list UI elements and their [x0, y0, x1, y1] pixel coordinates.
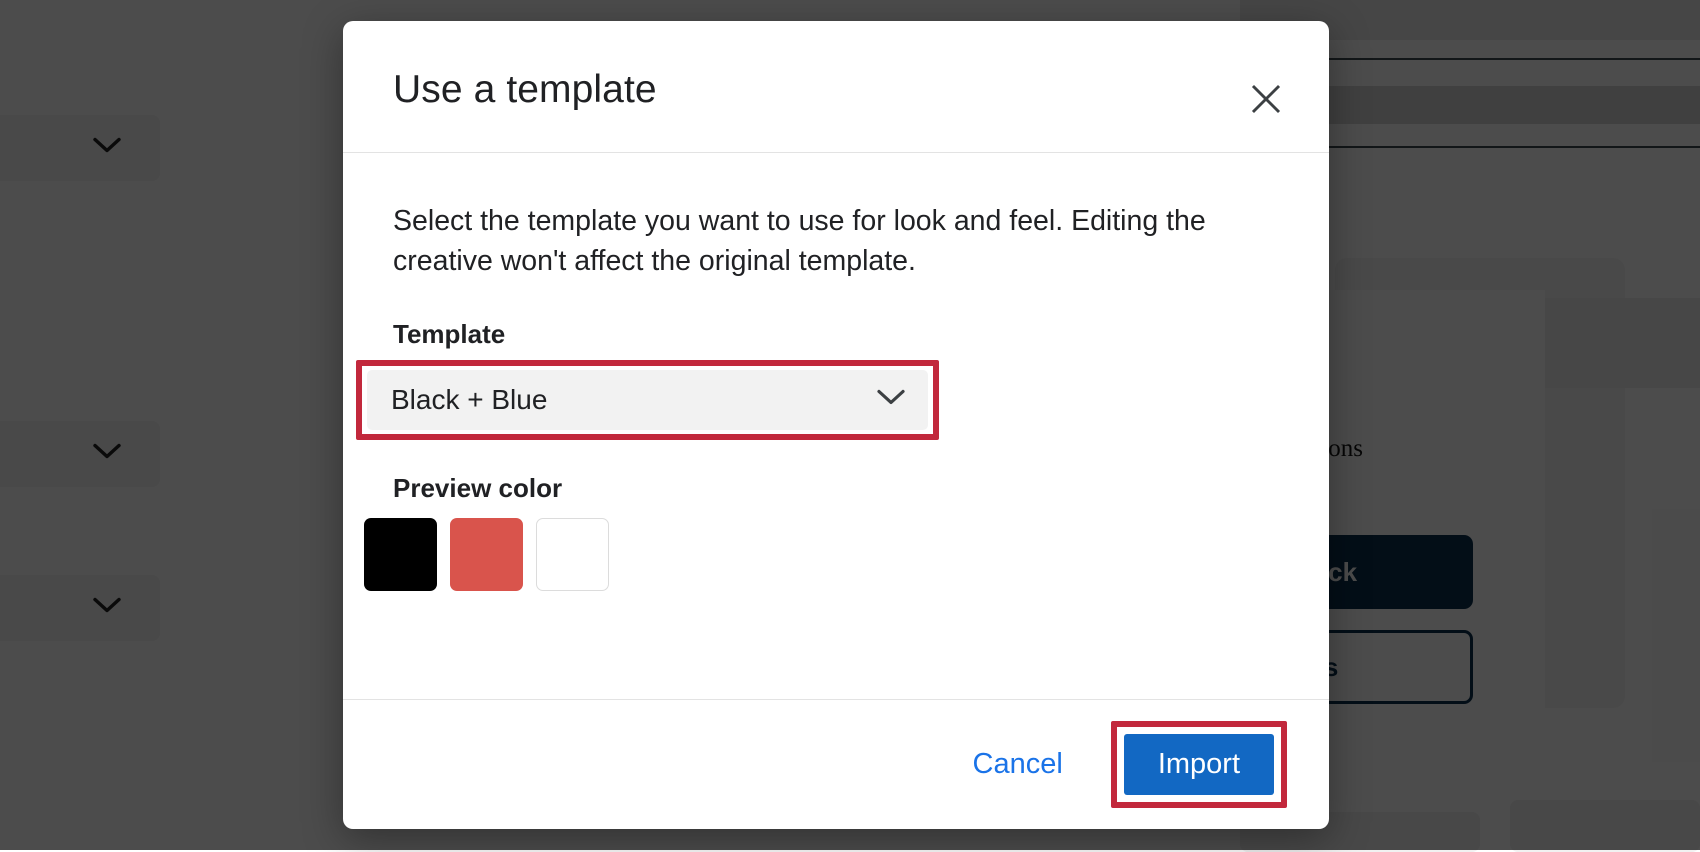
- swatch-black[interactable]: [364, 518, 437, 591]
- template-select-value: Black + Blue: [391, 384, 547, 416]
- import-button[interactable]: Import: [1124, 734, 1274, 795]
- swatch-white[interactable]: [536, 518, 609, 591]
- template-field-label: Template: [393, 319, 505, 350]
- annotation-highlight-import-button: Import: [1111, 721, 1287, 808]
- close-icon[interactable]: [1240, 73, 1292, 125]
- swatch-red[interactable]: [450, 518, 523, 591]
- preview-color-swatches: [364, 518, 609, 591]
- dialog-footer: Cancel Import: [343, 699, 1329, 829]
- dialog-description: Select the template you want to use for …: [393, 201, 1233, 282]
- template-select[interactable]: Black + Blue: [367, 370, 928, 430]
- dialog-body: Select the template you want to use for …: [343, 153, 1329, 699]
- cancel-button[interactable]: Cancel: [957, 738, 1079, 791]
- dialog-title: Use a template: [393, 68, 657, 112]
- dialog-header: Use a template: [343, 21, 1329, 153]
- template-select-field[interactable]: Black + Blue: [367, 370, 928, 430]
- chevron-down-icon: [876, 389, 906, 412]
- preview-color-label: Preview color: [393, 473, 562, 504]
- use-a-template-dialog: Use a template Select the template you w…: [343, 21, 1329, 829]
